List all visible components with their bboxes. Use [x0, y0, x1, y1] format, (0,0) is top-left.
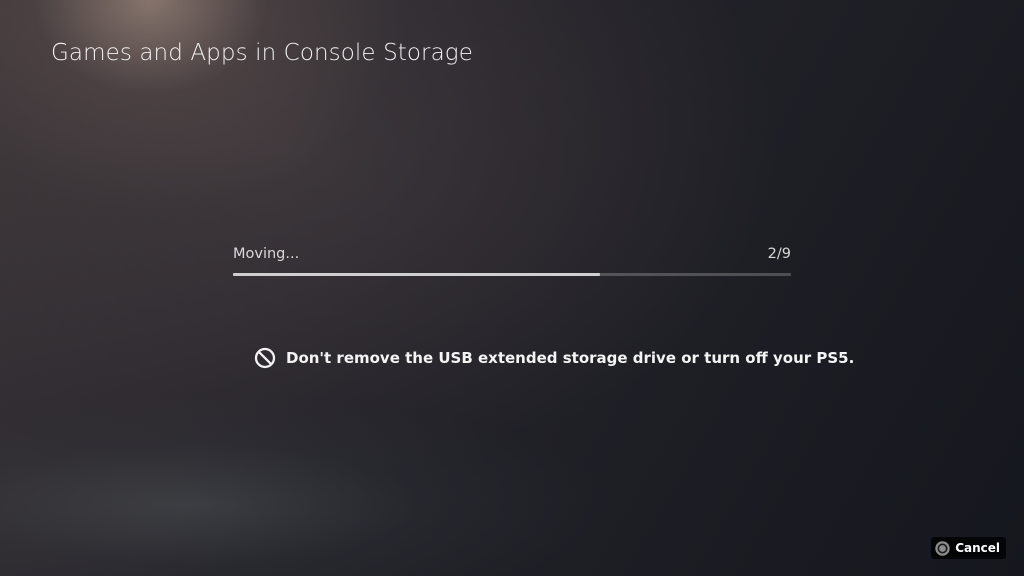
warning-message: Don't remove the USB extended storage dr…	[254, 346, 854, 370]
progress-status-label: Moving...	[233, 246, 300, 262]
circle-button-icon	[935, 540, 950, 556]
progress-block: Moving... 2/9	[233, 244, 791, 280]
cancel-label: Cancel	[955, 541, 1000, 555]
page-title: Games and Apps in Console Storage	[51, 40, 473, 66]
progress-count: 2/9	[767, 246, 791, 262]
cancel-button[interactable]: Cancel	[931, 537, 1006, 559]
progress-bar-fill	[233, 273, 600, 276]
warning-text: Don't remove the USB extended storage dr…	[286, 349, 855, 367]
prohibited-icon	[254, 347, 276, 369]
progress-bar-track	[233, 273, 791, 276]
